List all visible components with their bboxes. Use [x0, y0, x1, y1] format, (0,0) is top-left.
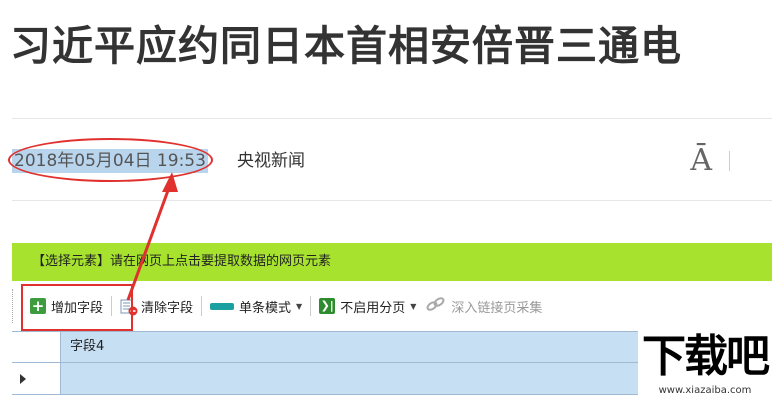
watermark-url: www.xiazaiba.com [658, 385, 752, 396]
watermark: 下载吧 www.xiazaiba.com [638, 328, 772, 404]
watermark-logo: 下载吧 [642, 331, 770, 382]
